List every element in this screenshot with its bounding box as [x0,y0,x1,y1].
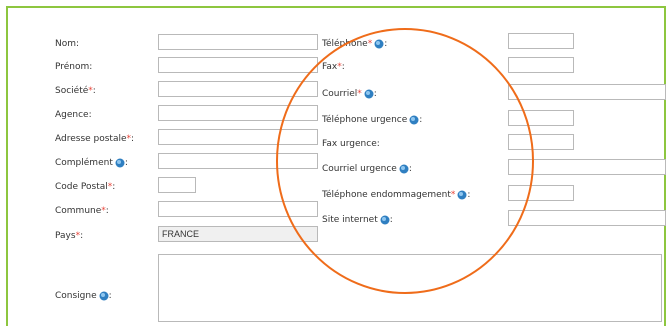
label-telephone-endommagement: Téléphone endommagement*: [322,190,471,200]
label-pays: Pays*: [55,231,84,241]
info-globe-icon[interactable] [115,158,125,168]
label-agence: Agence: [55,110,92,120]
label-societe: Société*: [55,86,96,96]
telephone-urgence-input[interactable] [508,110,574,126]
courriel-urgence-input[interactable] [508,159,666,175]
consigne-textarea[interactable] [158,254,662,322]
commune-input[interactable] [158,201,318,217]
info-globe-icon[interactable] [457,190,467,200]
pays-field[interactable]: FRANCE [158,226,318,242]
code-postal-input[interactable] [158,177,196,193]
label-courriel-urgence: Courriel urgence: [322,164,412,174]
label-code-postal: Code Postal*: [55,182,116,192]
label-complement: Complément: [55,158,128,168]
info-globe-icon[interactable] [99,291,109,301]
telephone-endommagement-input[interactable] [508,185,574,201]
info-globe-icon[interactable] [399,164,409,174]
label-site-internet: Site internet: [322,215,393,225]
label-fax-urgence: Fax urgence: [322,139,380,149]
label-adresse: Adresse postale*: [55,134,135,144]
info-globe-icon[interactable] [380,215,390,225]
societe-input[interactable] [158,81,318,97]
info-globe-icon[interactable] [364,89,374,99]
label-fax: Fax*: [322,62,345,72]
courriel-input[interactable] [508,84,666,100]
info-globe-icon[interactable] [409,115,419,125]
label-telephone-urgence: Téléphone urgence: [322,115,423,125]
label-consigne: Consigne: [55,291,112,301]
fax-urgence-input[interactable] [508,134,574,150]
label-courriel: Courriel*: [322,89,377,99]
fax-input[interactable] [508,57,574,73]
agence-input[interactable] [158,105,318,121]
label-telephone: Téléphone*: [322,39,388,49]
prenom-input[interactable] [158,57,318,73]
site-internet-input[interactable] [508,210,666,226]
label-prenom: Prénom: [55,62,93,72]
adresse-input[interactable] [158,129,318,145]
telephone-input[interactable] [508,33,574,49]
info-globe-icon[interactable] [374,39,384,49]
nom-input[interactable] [158,34,318,50]
label-commune: Commune*: [55,206,109,216]
label-nom: Nom: [55,39,80,49]
complement-input[interactable] [158,153,318,169]
